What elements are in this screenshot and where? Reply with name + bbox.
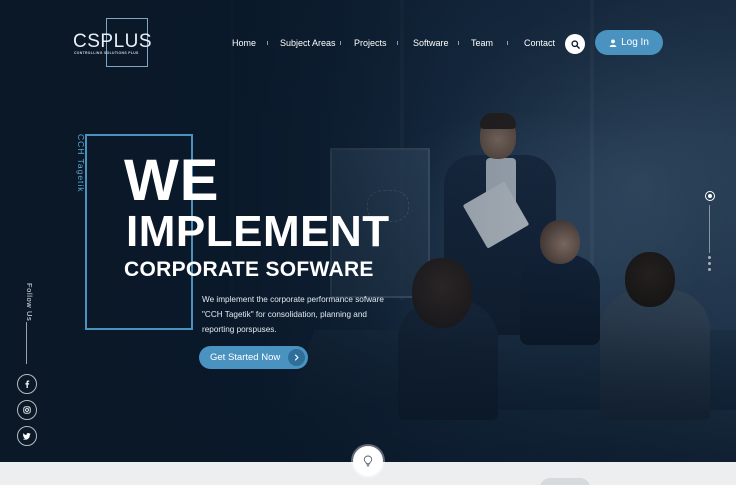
slider-dot[interactable] — [708, 262, 711, 265]
headline-line-2: IMPLEMENT — [126, 207, 390, 256]
scroll-down-button[interactable] — [353, 446, 383, 476]
login-label: Log In — [621, 37, 649, 48]
instagram-link[interactable] — [17, 400, 37, 420]
nav-separator — [340, 41, 341, 45]
nav-item-team[interactable]: Team — [471, 38, 493, 48]
twitter-link[interactable] — [17, 426, 37, 446]
follow-us-label: Follow Us — [25, 283, 34, 322]
lightbulb-icon — [363, 455, 373, 467]
slider-dot[interactable] — [708, 256, 711, 259]
slider-track — [709, 205, 710, 253]
nav-separator — [458, 41, 459, 45]
next-section-shape — [540, 478, 590, 485]
nav-separator — [397, 41, 398, 45]
nav-item-software[interactable]: Software — [413, 38, 449, 48]
facebook-link[interactable] — [17, 374, 37, 394]
user-icon — [609, 38, 617, 47]
twitter-icon — [23, 432, 31, 440]
nav-item-projects[interactable]: Projects — [354, 38, 387, 48]
facebook-icon — [25, 380, 30, 388]
search-icon — [570, 39, 580, 49]
instagram-icon — [23, 406, 31, 414]
nav-item-home[interactable]: Home — [232, 38, 256, 48]
nav-separator — [507, 41, 508, 45]
nav-separator — [267, 41, 268, 45]
brand-logo[interactable]: CSPLUS CONTROLLING SOLUTIONS PLUS — [70, 18, 152, 67]
product-tag: CCH Tagetik — [76, 134, 86, 193]
nav-item-contact[interactable]: Contact — [524, 38, 555, 48]
get-started-button[interactable]: Get Started Now — [199, 346, 308, 369]
hero-description: We implement the corporate performance s… — [202, 295, 384, 334]
headline-line-1: WE — [124, 148, 220, 213]
nav-item-subject-areas[interactable]: Subject Areas — [280, 38, 336, 48]
login-button[interactable]: Log In — [595, 30, 663, 55]
logo-tagline: CONTROLLING SOLUTIONS PLUS — [74, 51, 139, 55]
headline-line-3: CORPORATE SOFWARE — [124, 258, 374, 281]
chevron-right-icon — [288, 349, 305, 366]
slider-dot-active[interactable] — [705, 191, 715, 201]
get-started-label: Get Started Now — [210, 352, 281, 363]
search-button[interactable] — [565, 34, 585, 54]
follow-us-divider — [26, 322, 27, 364]
slider-dot[interactable] — [708, 268, 711, 271]
logo-text: CSPLUS — [73, 31, 153, 52]
